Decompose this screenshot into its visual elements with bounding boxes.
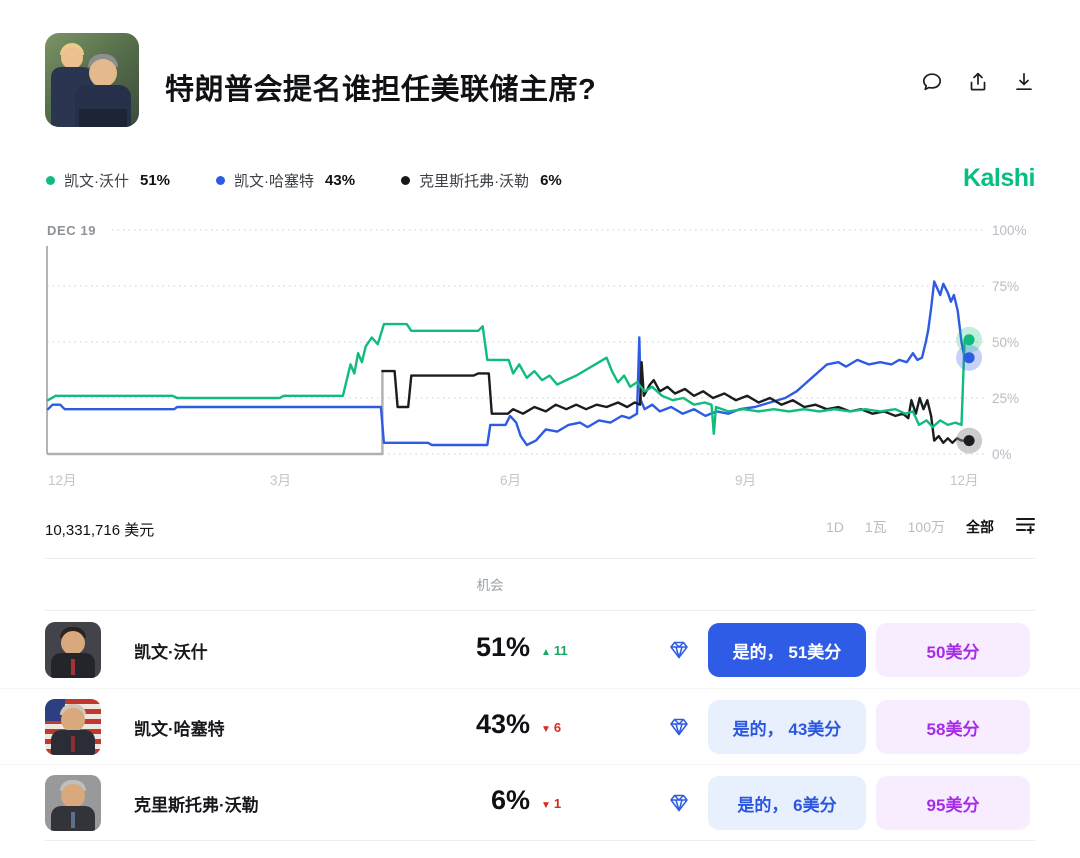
legend-dot-black-icon xyxy=(401,176,410,185)
table-row-warsh[interactable]: 凯文·沃什 51% ▲11 是的， 51美分 50美分 xyxy=(0,612,1080,688)
yes-button[interactable]: 是的， 43美分 xyxy=(708,700,866,754)
legend-dot-green-icon xyxy=(46,176,55,185)
change-value: 1 xyxy=(554,796,561,811)
x-tick-dec2: 12月 xyxy=(950,473,979,488)
range-selector: 1D 1瓦 100万 全部 xyxy=(826,514,1036,540)
range-1m[interactable]: 100万 xyxy=(908,517,945,537)
outcome-name: 凯文·哈塞特 xyxy=(134,689,225,765)
table-row-hassett[interactable]: 凯文·哈塞特 43% ▼6 是的， 43美分 58美分 xyxy=(0,688,1080,764)
change-badge: ▲11 xyxy=(541,643,568,658)
divider xyxy=(45,610,1035,611)
avatar-warsh xyxy=(45,622,101,678)
range-all[interactable]: 全部 xyxy=(966,517,994,537)
no-button[interactable]: 58美分 xyxy=(876,700,1030,754)
y-tick-75: 75% xyxy=(992,279,1019,294)
outcome-probability: 43% xyxy=(400,709,530,740)
legend-label: 克里斯托弗·沃勒 xyxy=(419,170,529,191)
y-tick-50: 50% xyxy=(992,335,1019,350)
series-line-waller-prelisting xyxy=(48,371,382,454)
legend-item-hassett[interactable]: 凯文·哈塞特 43% xyxy=(216,170,355,191)
up-triangle-icon: ▲ xyxy=(541,647,551,658)
down-triangle-icon: ▼ xyxy=(541,800,551,811)
comment-icon[interactable] xyxy=(920,70,944,94)
x-tick-jun: 6月 xyxy=(500,473,521,488)
chart-date-label: DEC 19 xyxy=(47,223,96,238)
divider xyxy=(45,558,1035,559)
no-button[interactable]: 50美分 xyxy=(876,623,1030,677)
outcome-name: 克里斯托弗·沃勒 xyxy=(134,765,259,841)
share-icon[interactable] xyxy=(966,70,990,94)
range-1d[interactable]: 1D xyxy=(826,519,844,535)
change-badge: ▼1 xyxy=(541,796,561,811)
y-tick-100: 100% xyxy=(992,223,1027,238)
download-icon[interactable] xyxy=(1012,70,1036,94)
chart-legend: 凯文·沃什 51% 凯文·哈塞特 43% 克里斯托弗·沃勒 6% xyxy=(46,170,562,191)
legend-item-warsh[interactable]: 凯文·沃什 51% xyxy=(46,170,170,191)
price-chart[interactable]: DEC 19 100% 75% 50% 25% 0% xyxy=(0,218,1080,496)
gem-icon[interactable] xyxy=(668,639,690,661)
outcome-probability: 6% xyxy=(400,785,530,816)
x-tick-mar: 3月 xyxy=(270,473,291,488)
market-thumbnail-image xyxy=(45,33,139,127)
table-row-waller[interactable]: 克里斯托弗·沃勒 6% ▼1 是的， 6美分 95美分 xyxy=(0,764,1080,840)
legend-item-waller[interactable]: 克里斯托弗·沃勒 6% xyxy=(401,170,562,191)
kalshi-logo: Kalshi xyxy=(963,164,1035,193)
gem-icon[interactable] xyxy=(668,716,690,738)
x-tick-dec: 12月 xyxy=(48,473,77,488)
outcome-name: 凯文·沃什 xyxy=(134,612,208,688)
legend-pct: 6% xyxy=(540,172,562,189)
y-tick-0: 0% xyxy=(992,447,1012,462)
column-header-chance: 机会 xyxy=(420,574,560,594)
page-title: 特朗普会提名谁担任美联储主席? xyxy=(165,66,596,108)
avatar-waller xyxy=(45,775,101,831)
y-tick-25: 25% xyxy=(992,391,1019,406)
series-endpoint-warsh xyxy=(956,327,982,353)
yes-button[interactable]: 是的， 51美分 xyxy=(708,623,866,677)
x-tick-sep: 9月 xyxy=(735,473,756,488)
legend-pct: 51% xyxy=(140,172,170,189)
legend-label: 凯文·哈塞特 xyxy=(234,170,314,191)
no-button[interactable]: 95美分 xyxy=(876,776,1030,830)
outcome-probability: 51% xyxy=(400,632,530,663)
change-badge: ▼6 xyxy=(541,720,561,735)
change-value: 11 xyxy=(554,643,568,658)
yes-button[interactable]: 是的， 6美分 xyxy=(708,776,866,830)
change-value: 6 xyxy=(554,720,561,735)
legend-pct: 43% xyxy=(325,172,355,189)
down-triangle-icon: ▼ xyxy=(541,724,551,735)
volume-label: 10,331,716 美元 xyxy=(45,519,154,540)
series-line-waller xyxy=(382,362,969,443)
gem-icon[interactable] xyxy=(668,792,690,814)
outcomes-table: 凯文·沃什 51% ▲11 是的， 51美分 50美分 凯文·哈塞特 43% ▼… xyxy=(0,612,1080,840)
legend-dot-blue-icon xyxy=(216,176,225,185)
range-1w[interactable]: 1瓦 xyxy=(865,517,887,537)
legend-label: 凯文·沃什 xyxy=(64,170,129,191)
list-add-icon[interactable] xyxy=(1015,514,1036,540)
market-page: 特朗普会提名谁担任美联储主席? 凯文·沃什 51% 凯文·哈塞特 43% 克里斯… xyxy=(0,0,1080,858)
divider xyxy=(45,840,1035,841)
series-endpoint-waller xyxy=(956,428,982,454)
avatar-hassett xyxy=(45,699,101,755)
